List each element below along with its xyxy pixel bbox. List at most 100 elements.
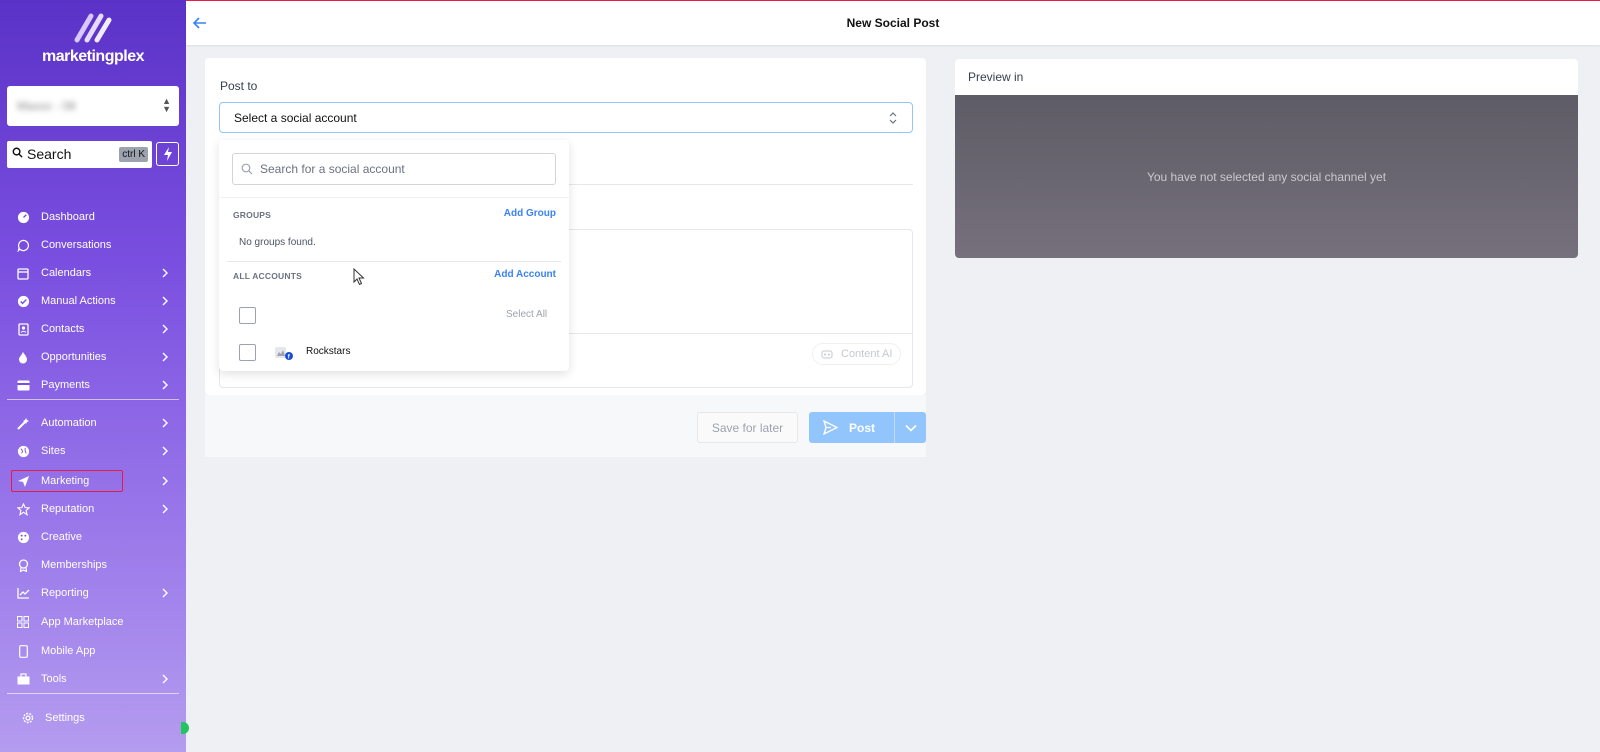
sidebar-item-opportunities[interactable]: Opportunities	[0, 345, 186, 369]
gear-icon	[21, 711, 35, 725]
sidebar-item-label: Sites	[41, 445, 66, 457]
marketingplex-logo-icon	[74, 13, 112, 43]
content-ai-label: Content AI	[841, 348, 893, 360]
star-icon	[16, 502, 30, 516]
preview-empty-message: You have not selected any social channel…	[1146, 170, 1387, 184]
sidebar-item-contacts[interactable]: Contacts	[0, 317, 186, 341]
no-groups-text: No groups found.	[239, 237, 316, 248]
chevron-right-icon	[162, 352, 168, 362]
mouse-cursor-icon	[353, 268, 365, 286]
calendar-icon	[16, 266, 30, 280]
sidebar-item-label: Automation	[41, 417, 97, 429]
groups-heading: GROUPS	[233, 210, 272, 220]
chevron-right-icon	[162, 446, 168, 456]
sidebar-item-label: Dashboard	[41, 211, 95, 223]
sidebar-item-label: Creative	[41, 531, 82, 543]
content-ai-button[interactable]: Content AI	[812, 343, 901, 365]
nav-divider	[7, 693, 179, 694]
contact-book-icon	[16, 322, 30, 336]
chevron-right-icon	[162, 380, 168, 390]
preview-label: Preview in	[968, 70, 1024, 84]
sidebar-item-dashboard[interactable]: Dashboard	[0, 205, 186, 229]
settings-label: Settings	[45, 712, 85, 724]
chevron-right-icon	[162, 476, 168, 486]
sidebar-search[interactable]: Search ctrl K	[7, 141, 152, 168]
account-search[interactable]	[232, 153, 556, 185]
paper-plane-icon	[16, 474, 30, 488]
robot-icon	[821, 350, 833, 359]
account-checkbox[interactable]	[239, 344, 256, 361]
select-all-label[interactable]: Select All	[506, 309, 547, 320]
select-arrows-icon: ▲ ▼	[162, 96, 171, 114]
facebook-page-avatar-icon: f	[275, 347, 293, 361]
add-account-link[interactable]: Add Account	[494, 269, 556, 280]
location-select[interactable]: Maxxx - 08 ▲ ▼	[7, 86, 179, 126]
badge-icon	[16, 558, 30, 572]
save-for-later-button[interactable]: Save for later	[697, 412, 798, 443]
sidebar-item-label: Calendars	[41, 267, 92, 279]
select-all-checkbox[interactable]	[239, 307, 256, 324]
tab-divider	[568, 184, 913, 185]
sidebar-item-tools[interactable]: Tools	[0, 667, 186, 691]
quick-actions-button[interactable]	[156, 142, 179, 166]
sidebar-item-sites[interactable]: Sites	[0, 439, 186, 463]
grid-icon	[16, 615, 30, 629]
chevron-right-icon	[162, 296, 168, 306]
sidebar-item-calendars[interactable]: Calendars	[0, 261, 186, 285]
dashboard-icon	[16, 210, 30, 224]
phone-icon	[16, 644, 30, 658]
sidebar-item-reporting[interactable]: Reporting	[0, 581, 186, 605]
sidebar-item-settings[interactable]: Settings	[0, 706, 186, 730]
location-value: Maxxx - 08	[17, 99, 76, 113]
sidebar-item-label: Tools	[41, 673, 67, 685]
account-search-input[interactable]	[260, 160, 550, 178]
sidebar-item-app-marketplace[interactable]: App Marketplace	[0, 610, 186, 634]
sidebar-item-label: Mobile App	[41, 645, 96, 657]
chevron-right-icon	[162, 504, 168, 514]
chevron-right-icon	[162, 268, 168, 278]
sidebar-item-payments[interactable]: Payments	[0, 373, 186, 397]
sidebar-item-mobile-app[interactable]: Mobile App	[0, 639, 186, 663]
account-select-placeholder: Select a social account	[234, 111, 357, 125]
sidebar: marketingplex Maxxx - 08 ▲ ▼ Search ctrl …	[0, 0, 189, 752]
toolbox-icon	[16, 672, 30, 686]
chevron-right-icon	[162, 674, 168, 684]
sidebar-item-marketing[interactable]: Marketing	[0, 469, 186, 493]
search-icon	[241, 163, 253, 175]
post-button-divider	[894, 412, 895, 443]
sidebar-item-automation[interactable]: Automation	[0, 411, 186, 435]
page-header: New Social Post	[186, 0, 1600, 45]
sidebar-item-label: Reputation	[41, 503, 95, 515]
search-label: Search	[27, 146, 72, 162]
page-title: New Social Post	[846, 16, 940, 30]
account-name[interactable]: Rockstars	[306, 346, 350, 357]
send-icon	[823, 420, 838, 435]
sidebar-item-conversations[interactable]: Conversations	[0, 233, 186, 257]
post-button-label: Post	[849, 421, 876, 435]
editor-toolbar-divider	[568, 333, 913, 334]
status-indicator[interactable]	[181, 722, 189, 734]
credit-card-icon	[16, 378, 30, 392]
add-group-link[interactable]: Add Group	[504, 208, 556, 219]
sidebar-item-label: Marketing	[41, 475, 90, 487]
brand-logo[interactable]: marketingplex	[0, 10, 186, 66]
all-accounts-heading: ALL ACCOUNTS	[233, 271, 302, 281]
sidebar-item-label: App Marketplace	[41, 616, 124, 628]
sidebar-item-manual-actions[interactable]: Manual Actions	[0, 289, 186, 313]
sidebar-item-reputation[interactable]: Reputation	[0, 497, 186, 521]
sidebar-item-label: Manual Actions	[41, 295, 116, 307]
select-arrows-icon	[889, 112, 897, 124]
chevron-down-icon[interactable]	[905, 422, 917, 434]
sidebar-item-creative[interactable]: Creative	[0, 525, 186, 549]
search-shortcut: ctrl K	[119, 147, 148, 162]
social-account-select[interactable]: Select a social account	[219, 102, 913, 133]
chevron-right-icon	[162, 324, 168, 334]
sidebar-item-label: Conversations	[41, 239, 112, 251]
sidebar-item-label: Contacts	[41, 323, 85, 335]
globe-icon	[16, 444, 30, 458]
post-button[interactable]: Post	[809, 412, 926, 443]
sidebar-item-memberships[interactable]: Memberships	[0, 553, 186, 577]
sidebar-item-label: Memberships	[41, 559, 108, 571]
social-account-dropdown: GROUPS Add Group No groups found. ALL AC…	[219, 140, 569, 371]
chart-icon	[16, 586, 30, 600]
